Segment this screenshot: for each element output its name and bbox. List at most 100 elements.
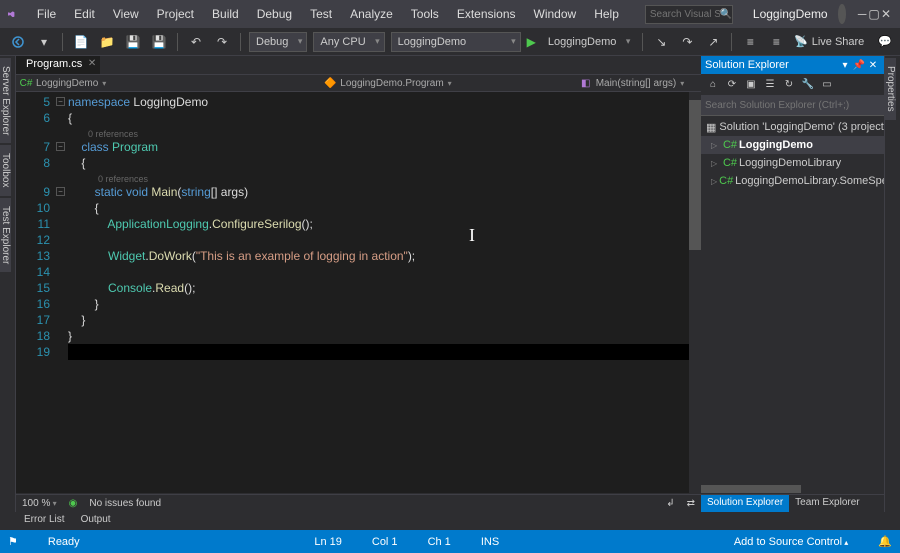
show-all-icon[interactable]: ☰: [762, 77, 778, 93]
right-sidebar: Properties: [884, 56, 900, 512]
solution-root[interactable]: ▦ Solution 'LoggingDemo' (3 projects): [701, 118, 884, 136]
references-lens[interactable]: 0 references: [88, 129, 138, 139]
close-panel-icon[interactable]: ✕: [866, 58, 880, 72]
maximize-button[interactable]: ▢: [868, 4, 880, 24]
solution-search-input[interactable]: [705, 100, 880, 111]
menu-window[interactable]: Window: [526, 3, 585, 25]
redo-button[interactable]: ↷: [212, 32, 232, 52]
code-editor[interactable]: 5678910111213141516171819 − − − namespac…: [16, 92, 701, 493]
forward-button[interactable]: ▾: [34, 32, 54, 52]
scrollbar-thumb[interactable]: [701, 485, 801, 493]
error-list-tab[interactable]: Error List: [16, 512, 73, 530]
step-into-button[interactable]: ↘: [651, 32, 671, 52]
quick-launch[interactable]: 🔍: [645, 5, 733, 24]
quick-launch-input[interactable]: [650, 9, 720, 20]
menu-analyze[interactable]: Analyze: [342, 3, 401, 25]
tab-program-cs[interactable]: Program.cs ✕: [16, 56, 100, 74]
comment-button[interactable]: ≡: [740, 32, 760, 52]
config-dropdown[interactable]: Debug: [249, 32, 307, 52]
issues-label[interactable]: No issues found: [89, 498, 161, 509]
play-icon[interactable]: ▶: [527, 35, 536, 49]
home-icon[interactable]: ⌂: [705, 77, 721, 93]
source-control-button[interactable]: Add to Source Control: [734, 536, 848, 548]
line-label: Ln 19: [314, 536, 342, 548]
user-avatar[interactable]: [838, 4, 847, 24]
references-lens[interactable]: 0 references: [98, 174, 148, 184]
expand-icon[interactable]: ▷: [711, 141, 721, 150]
status-bar: ⚑ Ready Ln 19 Col 1 Ch 1 INS Add to Sour…: [0, 530, 900, 553]
vertical-scrollbar[interactable]: [689, 92, 701, 493]
platform-dropdown[interactable]: Any CPU: [313, 32, 384, 52]
menu-debug[interactable]: Debug: [249, 3, 300, 25]
run-dropdown[interactable]: LoggingDemo: [542, 32, 635, 52]
solution-toolbar: ⌂ ⟳ ▣ ☰ ↻ 🔧 ▭: [701, 74, 884, 96]
uncomment-button[interactable]: ≡: [766, 32, 786, 52]
solution-search[interactable]: [701, 96, 884, 116]
project-library[interactable]: ▷ C# LoggingDemoLibrary: [701, 154, 884, 172]
menu-help[interactable]: Help: [586, 3, 627, 25]
menu-tools[interactable]: Tools: [403, 3, 447, 25]
menu-file[interactable]: File: [29, 3, 64, 25]
project-crumb[interactable]: C# LoggingDemo: [20, 77, 106, 89]
server-explorer-tab[interactable]: Server Explorer: [0, 58, 11, 143]
fold-method[interactable]: −: [56, 187, 65, 196]
arrows-icon[interactable]: ⇄: [687, 498, 695, 509]
sync-icon[interactable]: ⟳: [724, 77, 740, 93]
horizontal-scrollbar[interactable]: [701, 484, 884, 494]
test-explorer-tab[interactable]: Test Explorer: [0, 198, 11, 272]
solution-explorer-header[interactable]: Solution Explorer ▾ 📌 ✕: [701, 56, 884, 74]
code-area[interactable]: namespace LoggingDemo { 0 references cla…: [68, 92, 701, 493]
collapse-icon[interactable]: ▣: [743, 77, 759, 93]
menu-edit[interactable]: Edit: [66, 3, 103, 25]
step-out-button[interactable]: ↗: [703, 32, 723, 52]
fold-class[interactable]: −: [56, 142, 65, 151]
undo-button[interactable]: ↶: [186, 32, 206, 52]
menu-view[interactable]: View: [105, 3, 147, 25]
zoom-level[interactable]: 100 %: [22, 498, 57, 509]
preview-icon[interactable]: ▭: [819, 77, 835, 93]
title-bar: File Edit View Project Build Debug Test …: [0, 0, 900, 28]
method-crumb[interactable]: ◧ Main(string[] args): [580, 77, 685, 89]
fold-namespace[interactable]: −: [56, 97, 65, 106]
dropdown-icon[interactable]: ▾: [838, 58, 852, 72]
csharp-project-icon: C#: [724, 139, 736, 151]
startup-dropdown[interactable]: LoggingDemo: [391, 32, 521, 52]
line-ending-icon[interactable]: ↲: [666, 498, 674, 509]
properties-tab[interactable]: Properties: [885, 58, 896, 120]
toolbox-tab[interactable]: Toolbox: [0, 145, 11, 195]
refresh-icon[interactable]: ↻: [781, 77, 797, 93]
notifications-icon[interactable]: 🔔: [878, 535, 892, 548]
scrollbar-thumb[interactable]: [689, 100, 701, 250]
ins-label: INS: [481, 536, 499, 548]
project-specific[interactable]: ▷ C# LoggingDemoLibrary.SomeSpecific: [701, 172, 884, 190]
minimize-button[interactable]: ─: [856, 4, 868, 24]
properties-icon[interactable]: 🔧: [800, 77, 816, 93]
output-tab[interactable]: Output: [73, 512, 119, 530]
class-crumb[interactable]: 🔶 LoggingDemo.Program: [324, 77, 451, 89]
pin-icon[interactable]: 📌: [852, 58, 866, 72]
class-crumb-label: LoggingDemo.Program: [340, 78, 451, 89]
flag-icon[interactable]: ⚑: [8, 535, 18, 548]
save-button[interactable]: 💾: [123, 32, 143, 52]
solution-tree[interactable]: ▦ Solution 'LoggingDemo' (3 projects) ▷ …: [701, 116, 884, 484]
solution-explorer-tab[interactable]: Solution Explorer: [701, 495, 789, 512]
open-button[interactable]: 📁: [97, 32, 117, 52]
ch-label: Ch 1: [428, 536, 451, 548]
expand-icon[interactable]: ▷: [711, 159, 721, 168]
back-button[interactable]: [8, 32, 28, 52]
close-tab-icon[interactable]: ✕: [88, 58, 96, 69]
save-all-button[interactable]: 💾: [149, 32, 169, 52]
new-button[interactable]: 📄: [71, 32, 91, 52]
close-button[interactable]: ✕: [880, 4, 892, 24]
team-explorer-tab[interactable]: Team Explorer: [789, 495, 865, 512]
expand-icon[interactable]: ▷: [711, 177, 717, 186]
feedback-icon[interactable]: 💬: [878, 35, 892, 48]
menu-test[interactable]: Test: [302, 3, 340, 25]
editor-status-bar: 100 % ◉ No issues found ↲ ⇄: [16, 494, 701, 512]
menu-build[interactable]: Build: [204, 3, 247, 25]
menu-project[interactable]: Project: [149, 3, 202, 25]
project-loggingdemo[interactable]: ▷ C# LoggingDemo: [701, 136, 884, 154]
live-share-button[interactable]: 📡 Live Share 💬: [794, 35, 892, 48]
menu-extensions[interactable]: Extensions: [449, 3, 524, 25]
step-over-button[interactable]: ↷: [677, 32, 697, 52]
